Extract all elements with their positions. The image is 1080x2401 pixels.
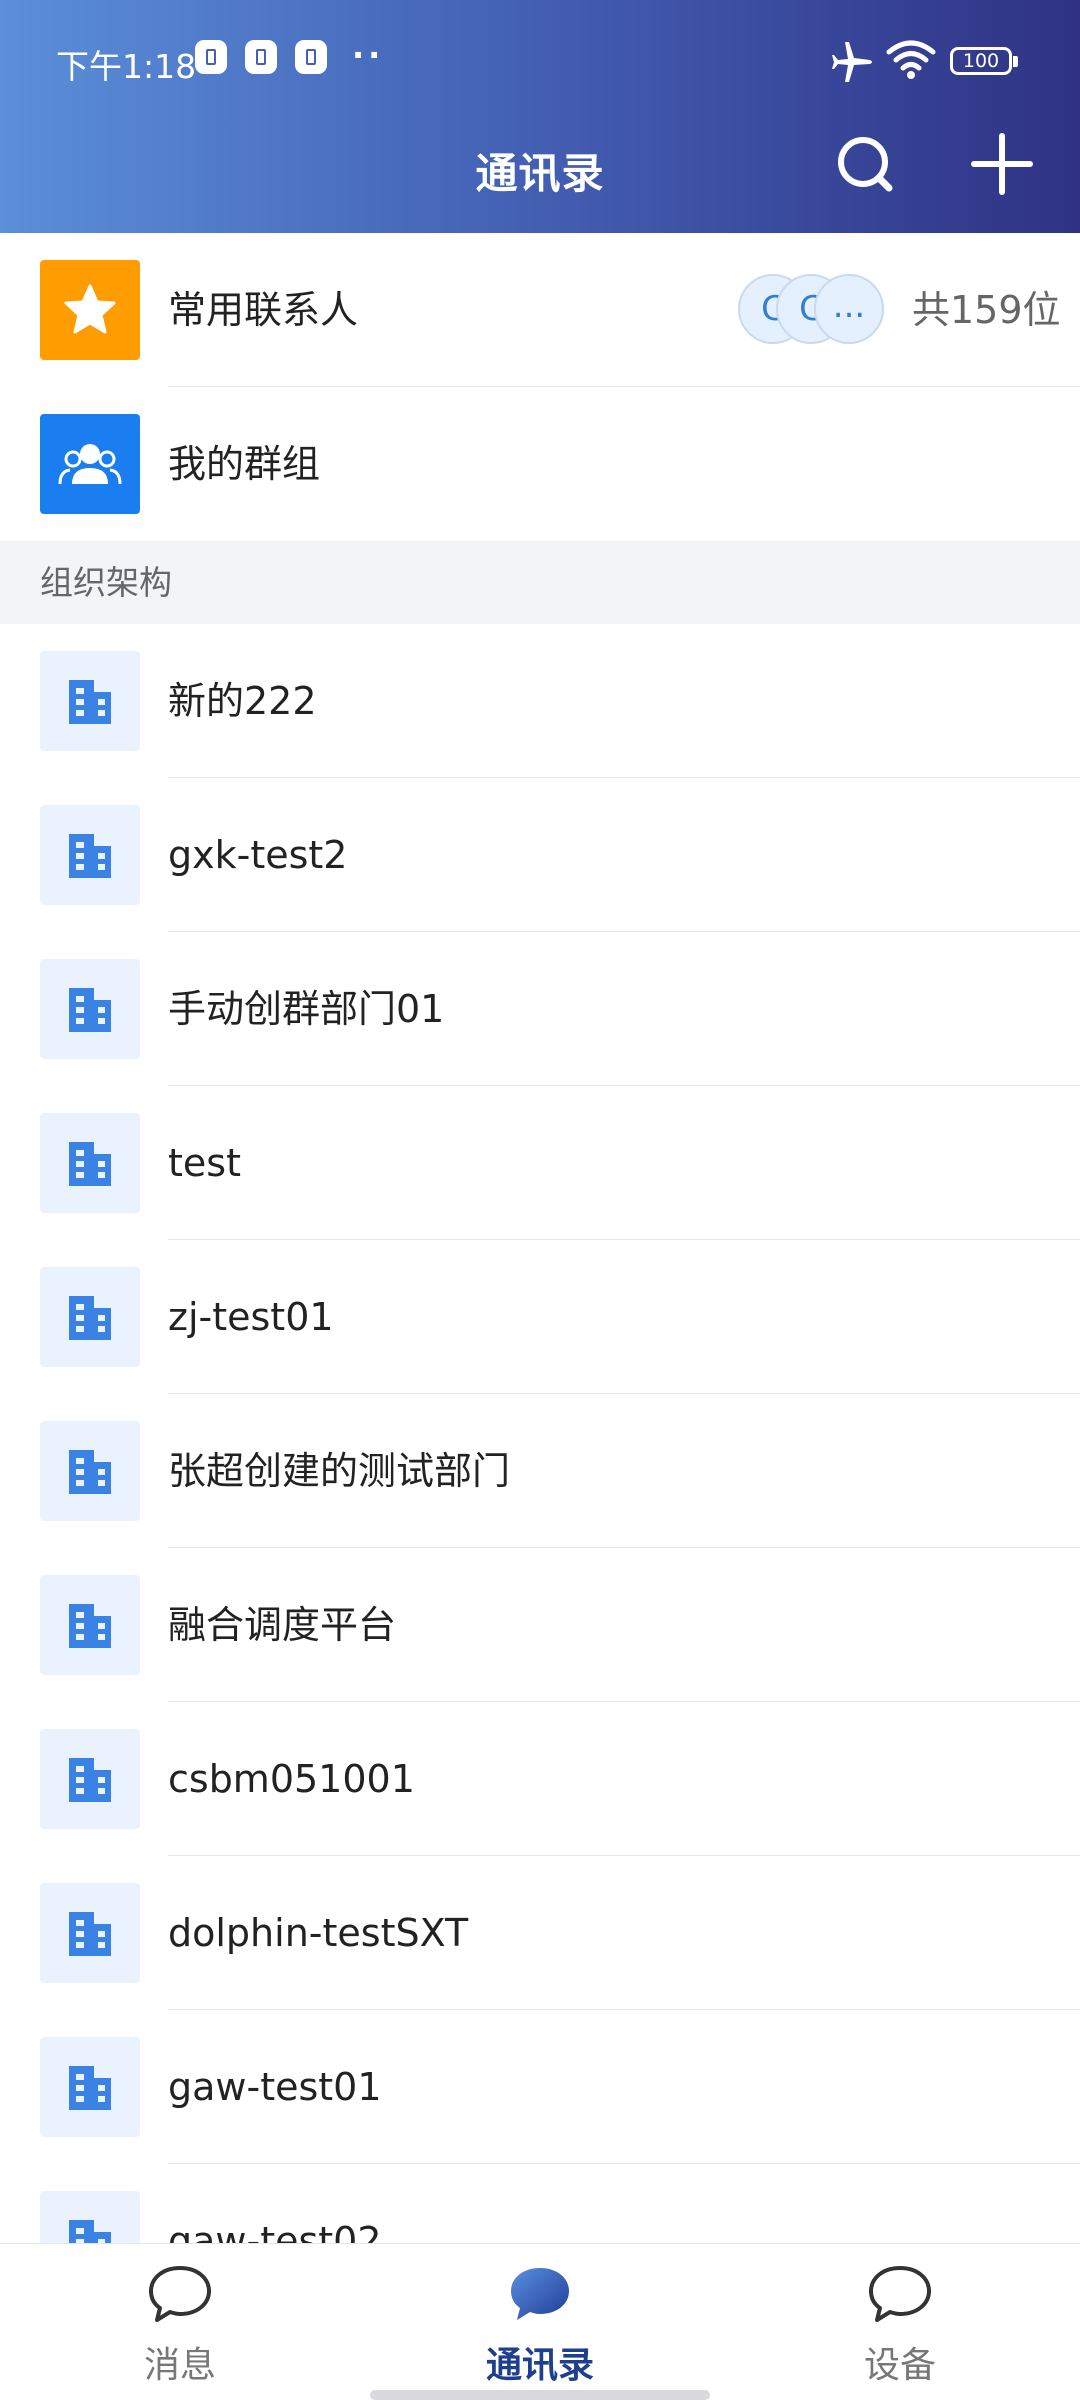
tab-contacts[interactable]: 通讯录 — [420, 2244, 660, 2401]
building-icon — [40, 1113, 140, 1213]
star-icon — [40, 260, 140, 360]
department-name: gxk-test2 — [168, 833, 348, 877]
building-icon — [40, 2037, 140, 2137]
airplane-mode-icon — [832, 42, 872, 82]
search-icon — [838, 137, 893, 192]
avatar-more: ... — [814, 274, 884, 344]
section-header: 组织架构 — [0, 541, 1080, 624]
department-row[interactable]: dolphin-testSXT — [0, 1856, 1080, 2010]
chat-bubble-icon — [149, 2266, 211, 2322]
chat-bubble-filled-icon — [511, 2268, 569, 2320]
department-row[interactable]: 张超创建的测试部门 — [0, 1394, 1080, 1548]
favorite-avatars: C C ... — [738, 274, 898, 346]
department-row[interactable]: 手动创群部门01 — [0, 932, 1080, 1086]
tab-label: 通讯录 — [485, 2345, 594, 2386]
department-name: 新的222 — [168, 679, 317, 723]
tab-messages[interactable]: 消息 — [60, 2244, 300, 2401]
department-row[interactable]: 新的222 — [0, 624, 1080, 778]
department-row[interactable]: gxk-test2 — [0, 778, 1080, 932]
app-header: 下午1:18 ·· 100 通讯录 — [0, 0, 1080, 233]
group-icon — [40, 414, 140, 514]
department-row[interactable]: csbm051001 — [0, 1702, 1080, 1856]
department-name: csbm051001 — [168, 1757, 415, 1801]
building-icon — [40, 805, 140, 905]
notification-icon — [195, 40, 227, 74]
department-row[interactable]: zj-test01 — [0, 1240, 1080, 1394]
department-name: zj-test01 — [168, 1295, 334, 1339]
favorite-contacts-label: 常用联系人 — [168, 288, 359, 332]
section-title: 组织架构 — [40, 563, 172, 602]
chat-bubble-icon — [869, 2266, 931, 2322]
notification-icon — [245, 40, 277, 74]
tab-label: 消息 — [143, 2345, 216, 2386]
battery-tip — [1013, 56, 1018, 67]
building-icon — [40, 1267, 140, 1367]
search-button[interactable] — [825, 124, 905, 204]
more-notifications-indicator: ·· — [352, 36, 385, 74]
status-bar: 下午1:18 ·· 100 — [0, 0, 1080, 120]
department-name: 融合调度平台 — [168, 1603, 397, 1647]
building-icon — [40, 959, 140, 1059]
department-row[interactable]: 融合调度平台 — [0, 1548, 1080, 1702]
my-groups-label: 我的群组 — [168, 442, 321, 486]
notification-icon — [295, 40, 327, 74]
department-row[interactable]: gaw-test01 — [0, 2010, 1080, 2164]
department-name: 张超创建的测试部门 — [168, 1449, 511, 1493]
my-groups-row[interactable]: 我的群组 — [0, 387, 1080, 541]
building-icon — [40, 651, 140, 751]
status-time: 下午1:18 — [56, 47, 197, 86]
department-row[interactable]: test — [0, 1086, 1080, 1240]
home-indicator[interactable] — [370, 2390, 710, 2400]
building-icon — [40, 1575, 140, 1675]
plus-icon — [971, 133, 1033, 195]
building-icon — [40, 1421, 140, 1521]
department-name: gaw-test01 — [168, 2065, 382, 2109]
bottom-tab-bar: 消息 通讯录 设备 — [0, 2243, 1080, 2401]
department-name: test — [168, 1141, 241, 1185]
tab-devices[interactable]: 设备 — [780, 2244, 1020, 2401]
favorite-count: 共159位 — [912, 288, 1061, 332]
page-title: 通讯录 — [475, 149, 605, 198]
department-name: dolphin-testSXT — [168, 1911, 469, 1955]
wifi-icon — [886, 40, 936, 79]
add-button[interactable] — [962, 124, 1042, 204]
battery-level: 100 — [962, 50, 1000, 72]
department-name: 手动创群部门01 — [168, 987, 445, 1031]
building-icon — [40, 1729, 140, 1829]
building-icon — [40, 1883, 140, 1983]
tab-label: 设备 — [863, 2345, 936, 2386]
